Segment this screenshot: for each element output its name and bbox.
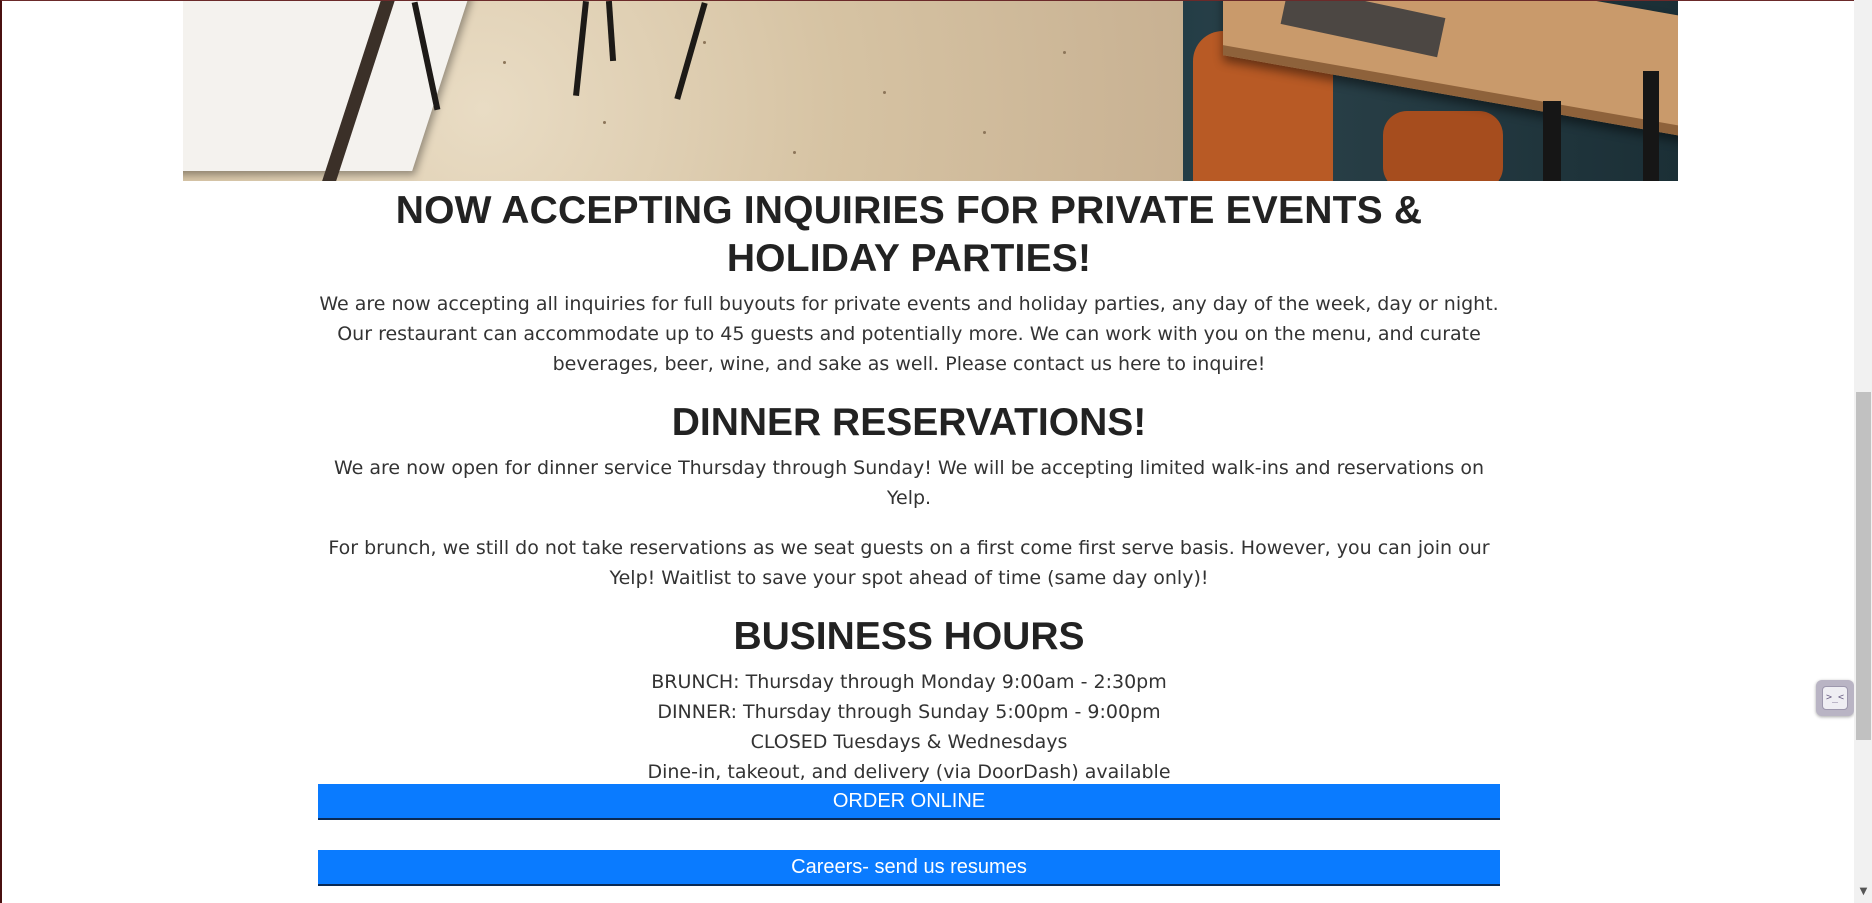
hero-speck xyxy=(883,91,886,94)
careers-button[interactable]: Careers- send us resumes xyxy=(318,850,1500,886)
hero-table-leg xyxy=(1543,101,1561,181)
hours-line-services: Dine-in, takeout, and delivery (via Door… xyxy=(647,761,1171,783)
dinner-body: We are now open for dinner service Thurs… xyxy=(333,457,1484,509)
restaurant-interior-photo xyxy=(183,1,1678,181)
hours-line-closed: CLOSED Tuesdays & Wednesdays xyxy=(750,731,1068,753)
events-heading: NOW ACCEPTING INQUIRIES FOR PRIVATE EVEN… xyxy=(395,189,1423,280)
hero-speck xyxy=(703,41,706,44)
hero-chair-seat xyxy=(1383,111,1503,181)
events-body: We are now accepting all inquiries for f… xyxy=(319,293,1499,375)
hero-table-leg xyxy=(1643,71,1659,181)
hero-speck xyxy=(1063,51,1066,54)
hero-speck xyxy=(603,121,606,124)
terminal-icon: >_< xyxy=(1822,686,1848,710)
page: NOW ACCEPTING INQUIRIES FOR PRIVATE EVEN… xyxy=(0,0,1854,903)
floating-widget-button[interactable]: >_< xyxy=(1816,680,1854,716)
hours-line-dinner: DINNER: Thursday through Sunday 5:00pm -… xyxy=(657,701,1161,723)
hero-speck xyxy=(793,151,796,154)
hours-list: BRUNCH: Thursday through Monday 9:00am -… xyxy=(318,667,1500,787)
scroll-down-arrow-icon[interactable]: ▼ xyxy=(1856,884,1871,900)
hero-speck xyxy=(503,61,506,64)
hero-speck xyxy=(983,131,986,134)
dinner-heading: DINNER RESERVATIONS! xyxy=(671,401,1147,444)
main-content: NOW ACCEPTING INQUIRIES FOR PRIVATE EVEN… xyxy=(318,181,1500,787)
brunch-body: For brunch, we still do not take reserva… xyxy=(328,537,1490,589)
hours-heading: BUSINESS HOURS xyxy=(733,615,1085,658)
hours-line-brunch: BRUNCH: Thursday through Monday 9:00am -… xyxy=(651,671,1167,693)
order-online-button[interactable]: ORDER ONLINE xyxy=(318,784,1500,820)
scrollbar-thumb[interactable] xyxy=(1856,392,1871,740)
